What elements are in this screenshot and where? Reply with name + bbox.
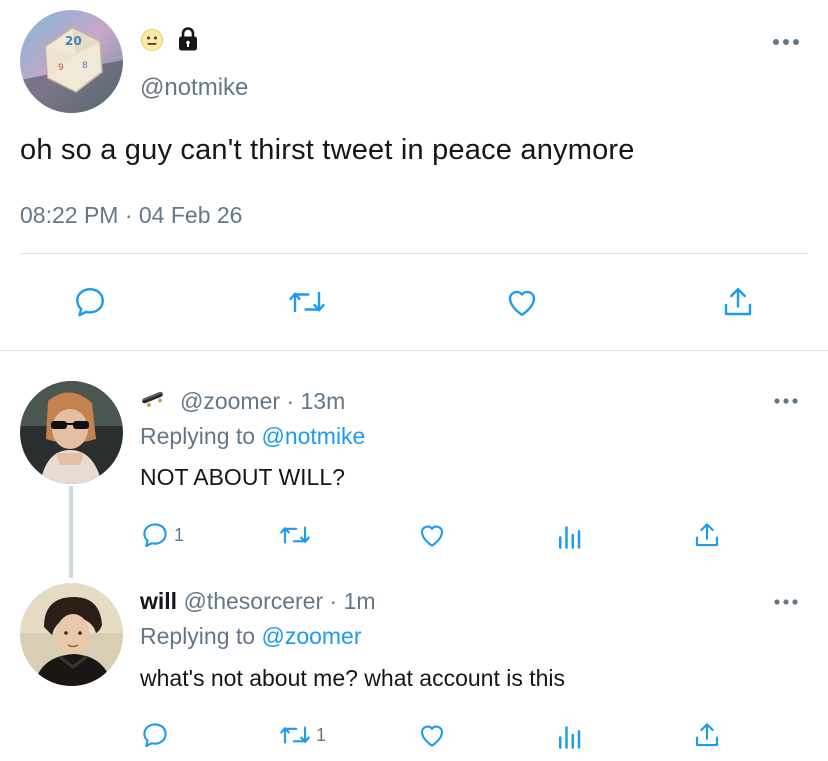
share-icon <box>692 720 722 750</box>
avatar-thesorcerer[interactable] <box>20 583 123 686</box>
retweet-count: 1 <box>316 724 327 745</box>
reply-2-time: · 1m <box>329 588 376 614</box>
reply-button[interactable] <box>68 280 112 324</box>
reply-2-display-name[interactable]: will <box>140 588 177 614</box>
reply-icon <box>72 284 108 320</box>
thread-line <box>69 486 73 578</box>
retweet-icon <box>287 284 327 320</box>
heart-icon <box>416 520 448 550</box>
replying-to-link[interactable]: @notmike <box>261 423 365 449</box>
replying-to-link[interactable]: @zoomer <box>261 623 361 649</box>
divider <box>20 253 808 254</box>
skateboard-icon <box>140 388 166 410</box>
reply-2-more-icon[interactable] <box>772 597 800 607</box>
svg-text:9: 9 <box>58 63 64 73</box>
retweet-icon <box>278 720 312 750</box>
reply-1-retweet-button[interactable] <box>278 518 312 552</box>
reply-2-share-button[interactable] <box>692 718 722 752</box>
share-icon <box>720 284 756 320</box>
main-tweet-text: oh so a guy can't thirst tweet in peace … <box>20 134 635 166</box>
neutral-face-emoji-icon <box>140 28 164 52</box>
svg-text:8: 8 <box>82 61 88 71</box>
reply-2-reply-button[interactable] <box>140 718 170 752</box>
reply-count: 1 <box>174 524 185 545</box>
reply-1-time: · 13m <box>286 388 346 414</box>
reply-2-like-button[interactable] <box>416 718 448 752</box>
reply-1-analytics-button[interactable] <box>556 518 582 552</box>
reply-1-text: NOT ABOUT WILL? <box>140 464 345 490</box>
reply-1-more-icon[interactable] <box>772 396 800 406</box>
analytics-icon <box>556 520 582 550</box>
reply-1-replying-to: Replying to @notmike <box>140 423 365 450</box>
avatar-zoomer[interactable] <box>20 381 123 484</box>
replying-to-label: Replying to <box>140 423 256 449</box>
reply-1-share-button[interactable] <box>692 518 722 552</box>
lock-icon <box>176 26 200 52</box>
reply-2-header: will @thesorcerer · 1m <box>140 588 376 615</box>
reply-2-handle[interactable]: @thesorcerer <box>183 588 323 614</box>
main-tweet-timestamp: 08:22 PM · 04 Feb 26 <box>20 202 243 228</box>
section-divider <box>0 350 828 351</box>
heart-icon <box>503 284 541 320</box>
reply-1-reply-button[interactable]: 1 <box>140 518 184 552</box>
reply-icon <box>140 720 170 750</box>
reply-1-handle[interactable]: @zoomer <box>180 388 280 414</box>
like-button[interactable] <box>500 280 544 324</box>
retweet-icon <box>278 520 312 550</box>
main-tweet-handle[interactable]: @notmike <box>140 74 248 102</box>
reply-1-like-button[interactable] <box>416 518 448 552</box>
reply-2-analytics-button[interactable] <box>556 718 582 752</box>
avatar-notmike[interactable]: 20 9 8 <box>20 10 123 113</box>
reply-1-header: @zoomer · 13m <box>180 388 345 415</box>
svg-text:20: 20 <box>65 34 82 48</box>
replying-to-label: Replying to <box>140 623 256 649</box>
retweet-button[interactable] <box>285 280 329 324</box>
more-options-icon[interactable] <box>770 36 802 48</box>
heart-icon <box>416 720 448 750</box>
reply-icon <box>140 520 170 550</box>
reply-2-text: what's not about me? what account is thi… <box>140 665 566 691</box>
analytics-icon <box>556 720 582 750</box>
reply-2-retweet-button[interactable]: 1 <box>278 718 326 752</box>
share-button[interactable] <box>716 280 760 324</box>
reply-2-replying-to: Replying to @zoomer <box>140 623 362 650</box>
share-icon <box>692 520 722 550</box>
